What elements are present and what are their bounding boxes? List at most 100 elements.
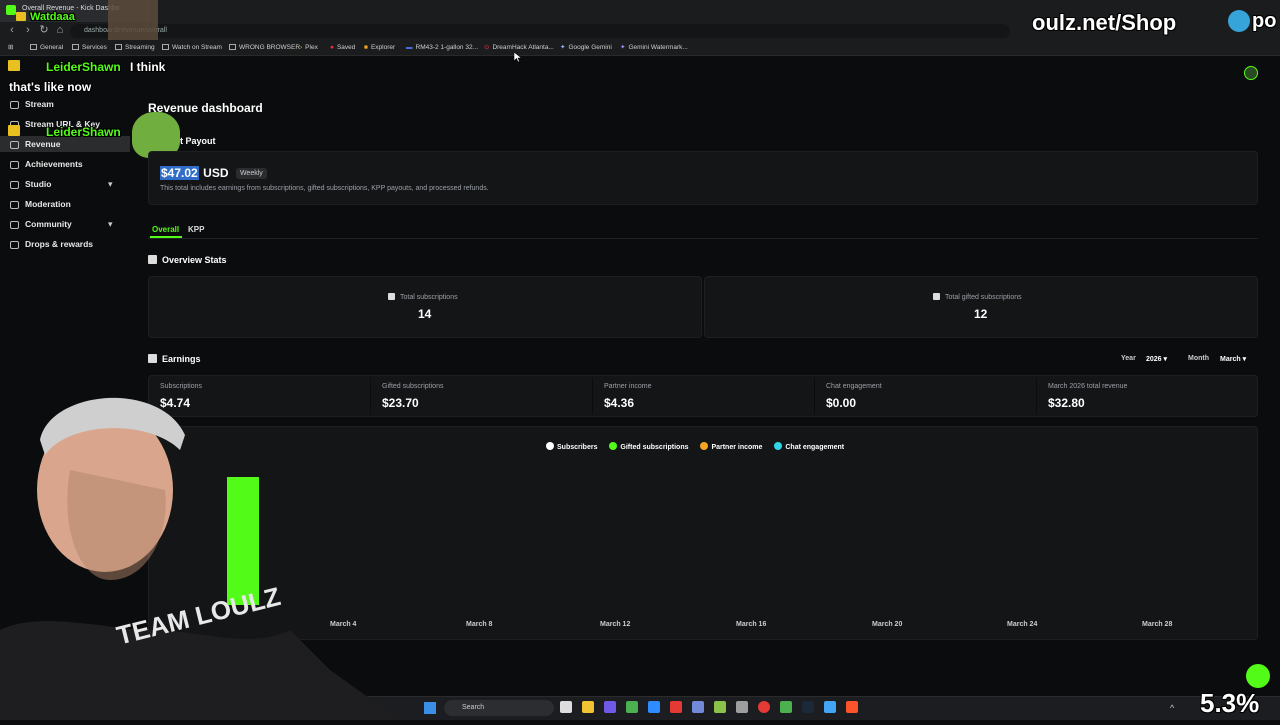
discord-icon[interactable] — [692, 701, 704, 713]
legend-item-subscribers[interactable]: Subscribers — [546, 442, 598, 451]
chart-icon — [148, 255, 157, 264]
home-icon[interactable]: ⌂ — [54, 24, 66, 36]
x-tick-label: March 12 — [600, 621, 631, 628]
plex-icon: › — [300, 44, 303, 51]
bookmark-label: Services — [82, 44, 107, 51]
legend-dot — [609, 442, 618, 450]
sidebar-item-drops-rewards[interactable]: Drops & rewards — [10, 236, 93, 252]
chart-icon — [148, 354, 157, 363]
bookmark-saved[interactable]: ● Saved — [330, 43, 355, 53]
url-input[interactable]: dashboard/revenue/overall — [70, 24, 1010, 38]
bookmark-label: Explorer — [370, 44, 396, 51]
taskbar-app-icon[interactable] — [670, 701, 682, 713]
legend-dot — [546, 442, 554, 450]
bookmark-wrong-browser[interactable]: WRONG BROWSER — [229, 43, 300, 53]
studio-icon — [10, 180, 19, 189]
chat-badge-icon — [16, 12, 26, 21]
bookmark-streaming[interactable]: Streaming — [115, 43, 155, 53]
brave-icon[interactable] — [846, 701, 858, 713]
steam-icon[interactable] — [802, 701, 814, 713]
taskbar-app-icon[interactable] — [604, 701, 616, 713]
earnings-title: Earnings — [162, 354, 201, 364]
site-icon: ▬ — [406, 44, 413, 51]
forward-icon[interactable]: › — [22, 24, 34, 36]
taskbar-search[interactable]: Search — [444, 700, 554, 716]
bookmark-label: Plex — [305, 44, 318, 51]
payout-currency: USD — [203, 166, 229, 180]
legend-item-partner[interactable]: Partner income — [700, 442, 763, 451]
tray-chevron-icon[interactable]: ^ — [1170, 703, 1174, 713]
trophy-icon — [10, 160, 19, 169]
legend-label: Chat engagement — [785, 444, 845, 451]
opera-icon[interactable] — [758, 701, 770, 713]
pocket-icon: ● — [330, 44, 334, 51]
small-webcam-thumbnail — [108, 0, 158, 40]
taskbar-app-icon[interactable] — [648, 701, 660, 713]
chevron-down-icon[interactable]: ▾ — [108, 179, 118, 189]
gemini-icon: ✦ — [560, 44, 566, 51]
bookmark-general[interactable]: General — [30, 43, 63, 53]
weekly-badge: Weekly — [235, 168, 267, 179]
chevron-down-icon: ▾ — [1242, 356, 1247, 363]
legend-label: Subscribers — [557, 444, 598, 451]
bookmark-label: General — [40, 44, 64, 51]
earning-value: $0.00 — [826, 396, 857, 410]
payout-heading: t Payout — [180, 136, 216, 146]
month-select[interactable]: March ▾ — [1220, 355, 1246, 363]
sidebar-item-community[interactable]: Community — [10, 216, 72, 232]
earning-label: March 2026 total revenue — [1048, 383, 1128, 390]
bookmark-services[interactable]: Services — [72, 43, 107, 53]
bookmark-label: WRONG BROWSER — [239, 44, 301, 51]
bookmark-gemini-watermark[interactable]: ✦ Gemini Watermark... — [620, 43, 688, 53]
bookmark-google-gemini[interactable]: ✦ Google Gemini — [560, 43, 612, 53]
legend-item-chat[interactable]: Chat engagement — [774, 442, 845, 451]
tab-overall[interactable]: Overall — [152, 225, 179, 234]
tab-kpp[interactable]: KPP — [188, 225, 204, 234]
reload-icon[interactable]: ↻ — [38, 24, 50, 36]
taskbar-app-icon[interactable] — [824, 701, 836, 713]
windows-start-icon[interactable] — [424, 702, 436, 714]
year-label: Year — [1121, 355, 1136, 362]
sidebar-item-label: Studio — [25, 179, 52, 189]
sidebar-item-stream[interactable]: Stream — [10, 96, 54, 112]
help-chat-icon[interactable] — [1246, 664, 1270, 688]
year-value: 2026 — [1146, 356, 1162, 363]
bookmark-rm43[interactable]: ▬ RM43-2 1-gallon 32... — [406, 43, 478, 53]
chrome-icon[interactable] — [626, 701, 638, 713]
mouse-cursor-icon — [514, 52, 522, 63]
file-explorer-icon[interactable] — [582, 701, 594, 713]
x-tick-label: March 20 — [872, 621, 903, 628]
sidebar-item-label: Revenue — [25, 139, 61, 149]
taskbar-app-icon[interactable] — [736, 701, 748, 713]
taskbar-app-icon[interactable] — [560, 701, 572, 713]
sidebar-item-studio[interactable]: Studio — [10, 176, 51, 192]
sidebar-item-label: Achievements — [25, 159, 83, 169]
sidebar-item-moderation[interactable]: Moderation — [10, 196, 71, 212]
bar-chart-icon — [933, 293, 940, 300]
bookmark-plex[interactable]: › Plex — [300, 43, 318, 53]
webcam-overlay: TEAM LOULZ — [0, 380, 400, 720]
legend-item-gifted[interactable]: Gifted subscriptions — [609, 442, 688, 451]
year-select[interactable]: 2026 ▾ — [1146, 355, 1167, 363]
bookmark-label: Watch on Stream — [172, 44, 222, 51]
chat-username: Watdaaa — [30, 11, 75, 23]
taskbar-app-icon[interactable] — [714, 701, 726, 713]
stat-label-total-subscriptions: Total subscriptions — [388, 293, 458, 301]
stat-value: 14 — [418, 307, 432, 321]
bookmark-label: Google Gemini — [568, 44, 612, 51]
legend-label: Partner income — [711, 444, 763, 451]
overview-stats-heading: Overview Stats — [148, 255, 227, 265]
stream-icon — [10, 100, 19, 109]
x-tick-label: March 8 — [466, 621, 493, 628]
legend-dot — [774, 442, 783, 450]
bookmark-explorer[interactable]: ■ Explorer — [364, 43, 395, 53]
chevron-down-icon[interactable]: ▾ — [108, 219, 118, 229]
avatar[interactable] — [1244, 66, 1258, 80]
apps-icon[interactable]: ⊞ — [8, 43, 13, 53]
chat-username: LeiderShawn — [46, 60, 121, 74]
xbox-icon[interactable] — [780, 701, 792, 713]
bookmark-watch-on-stream[interactable]: Watch on Stream — [162, 43, 222, 53]
back-icon[interactable]: ‹ — [6, 24, 18, 36]
sidebar-item-achievements[interactable]: Achievements — [10, 156, 83, 172]
chat-badge-icon — [8, 60, 20, 71]
